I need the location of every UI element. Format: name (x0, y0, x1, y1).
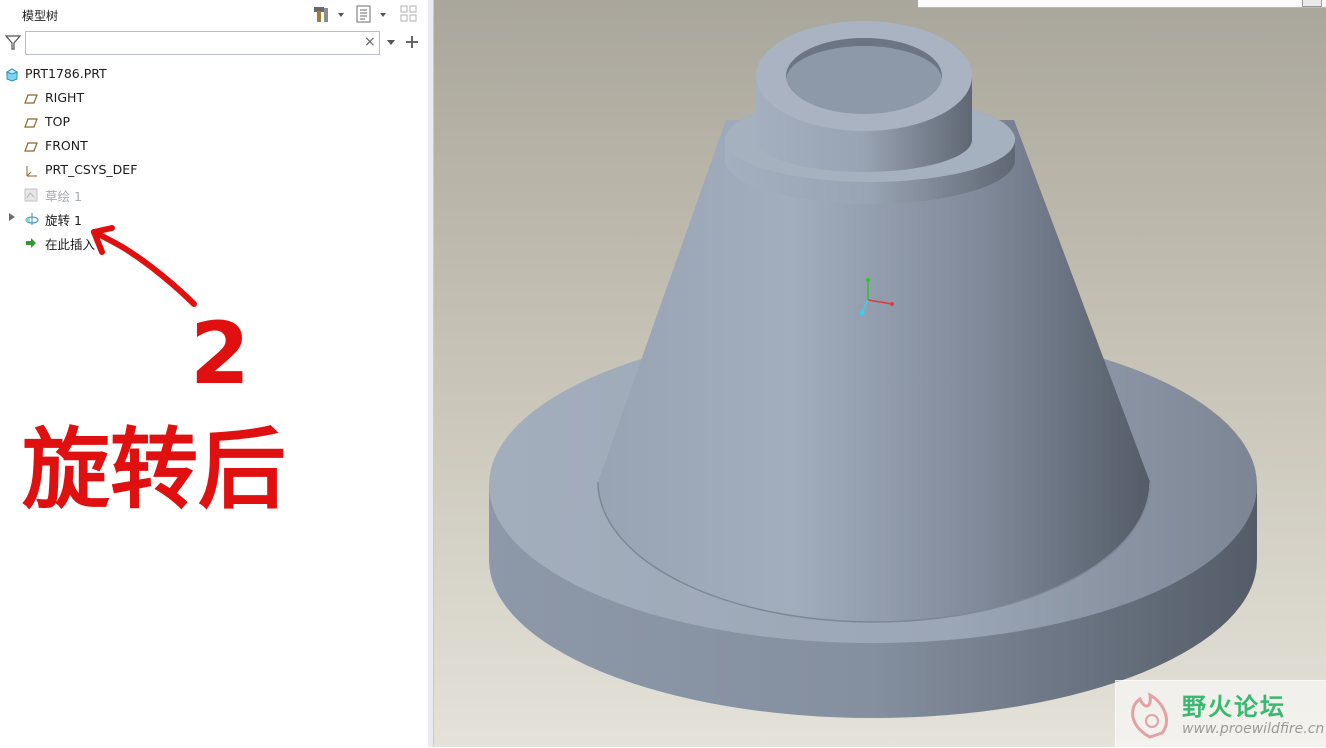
tree-item-label: PRT_CSYS_DEF (45, 162, 138, 177)
tree-item[interactable]: TOP (0, 110, 428, 134)
tree-item-label: TOP (45, 114, 71, 129)
tree-item-label: 草绘 1 (45, 189, 82, 204)
sketch-icon (24, 187, 38, 202)
tree-item-label: FRONT (45, 138, 88, 153)
settings-icon[interactable] (310, 4, 350, 24)
tree-item-label: RIGHT (45, 90, 85, 105)
tree-item-label: 在此插入 (45, 237, 96, 252)
model-tree-panel: 模型树 × PRT1786.PRT RIGHT TOP FRONT PRT_CS… (0, 0, 429, 747)
datum-plane-icon (24, 91, 38, 105)
clear-search-icon[interactable]: × (364, 34, 376, 50)
filter-icon[interactable] (5, 34, 21, 50)
tree-item-label: 旋转 1 (45, 213, 82, 228)
tree-item[interactable]: PRT_CSYS_DEF (0, 158, 428, 182)
tree-item[interactable]: 旋转 1 (0, 206, 428, 230)
panel-title: 模型树 (22, 9, 59, 23)
show-columns-icon[interactable] (354, 4, 394, 24)
tree-item[interactable]: RIGHT (0, 86, 428, 110)
filter-row: × (0, 28, 428, 58)
datum-plane-icon (24, 115, 38, 129)
tree-item[interactable]: 草绘 1 (0, 182, 428, 206)
watermark-site-name: 野火论坛 (1182, 693, 1286, 721)
tree-item-label: PRT1786.PRT (25, 66, 107, 81)
top-toolbar-strip (918, 0, 1326, 8)
toolbar-button[interactable] (1302, 0, 1322, 7)
part-icon (5, 67, 19, 82)
datum-plane-icon (24, 139, 38, 153)
wildfire-logo-icon (1131, 692, 1168, 739)
chevron-down-icon[interactable] (386, 39, 396, 47)
watermark: 野火论坛 www.proewildfire.cn (1115, 680, 1326, 748)
search-input[interactable] (25, 31, 380, 55)
watermark-url: www.proewildfire.cn (1182, 721, 1325, 737)
tree-item[interactable]: PRT1786.PRT (0, 62, 428, 86)
expand-arrow-icon[interactable] (9, 213, 15, 221)
layer-tree-icon[interactable] (398, 4, 422, 24)
tree-item[interactable]: 在此插入 (0, 230, 428, 254)
insert-here-arrow-icon (24, 235, 38, 249)
csys-icon (24, 163, 38, 177)
revolve-icon (24, 211, 39, 225)
graphics-viewport[interactable] (434, 0, 1326, 747)
model-3d (489, 21, 1257, 718)
tree-item[interactable]: FRONT (0, 134, 428, 158)
add-icon[interactable] (404, 34, 420, 50)
panel-header: 模型树 (0, 0, 428, 28)
